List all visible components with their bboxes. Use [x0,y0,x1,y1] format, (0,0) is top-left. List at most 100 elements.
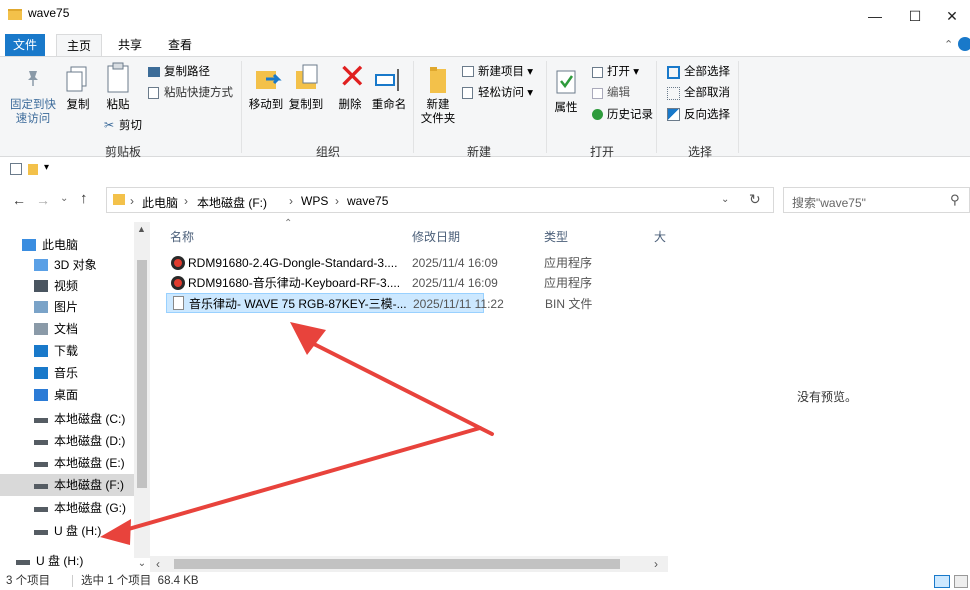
delete-button[interactable]: 删除 [336,98,364,112]
file-date: 2025/11/11 11:22 [413,297,504,311]
scroll-right-icon[interactable]: › [654,557,658,571]
nav-item[interactable]: 文档 [0,318,134,340]
breadcrumb-item[interactable]: 此电脑 [142,194,178,211]
nav-item[interactable]: 下载 [0,340,134,362]
copy-path-button[interactable]: 复制路径 [164,64,210,80]
nav-item-label: 文档 [54,322,79,336]
details-view-icon[interactable] [934,575,950,588]
help-icon[interactable] [958,37,970,51]
nav-item-label: 此电脑 [42,238,79,252]
nav-item[interactable]: 3D 对象 [0,254,134,276]
nav-item[interactable]: U 盘 (H:) [0,520,134,542]
breadcrumb-item[interactable]: 本地磁盘 (F:) [197,194,267,211]
file-row[interactable]: RDM91680-音乐律动-Keyboard-RF-3.... 2025/11/4… [166,273,668,293]
up-icon[interactable]: ↑ [80,190,88,207]
address-bar[interactable]: › 此电脑 › 本地磁盘 (F:) › WPS › wave75 ⌄ ↻ [106,187,774,213]
nav-scrollbar[interactable]: ▲ [134,222,150,558]
properties-small-icon[interactable] [10,163,22,175]
nav-item[interactable]: 此电脑 [0,234,134,256]
copy-to-button[interactable]: 复制到 [286,98,326,112]
history-icon [592,109,603,120]
new-item-button[interactable]: 新建项目 ▾ [478,64,533,80]
nav-item[interactable]: 音乐 [0,362,134,384]
history-button[interactable]: 历史记录 [607,107,653,123]
breadcrumb-item[interactable]: WPS [301,194,328,208]
breadcrumb-item[interactable]: wave75 [347,194,388,208]
collapse-ribbon-icon[interactable]: ⌃ [944,38,953,51]
column-header-name[interactable]: 名称 [170,228,194,245]
app-icon [171,276,185,290]
app-icon [171,256,185,270]
tab-file[interactable]: 文件 [5,34,45,56]
move-to-button[interactable]: 移动到 [246,98,286,112]
nav-item[interactable]: 图片 [0,296,134,318]
no-preview-text: 没有预览。 [797,390,858,404]
nav-item[interactable]: 本地磁盘 (C:) [0,408,134,430]
refresh-icon[interactable]: ↻ [749,191,761,208]
breadcrumb-separator: › [184,194,188,208]
back-icon[interactable]: ← [12,192,26,208]
edit-button[interactable]: 编辑 [607,85,630,101]
nav-item[interactable]: 本地磁盘 (D:) [0,430,134,452]
ribbon-separator [241,61,242,153]
recent-dropdown-icon[interactable]: ⌄ [60,193,68,204]
file-row[interactable]: RDM91680-2.4G-Dongle-Standard-3.... 2025/… [166,253,668,273]
nav-item[interactable]: U 盘 (H:) [0,550,134,572]
open-button[interactable]: 打开 ▾ [607,64,639,80]
paste-shortcut-button[interactable]: 粘贴快捷方式 [164,85,233,101]
nav-item-label: 桌面 [54,388,79,402]
new-folder-button[interactable]: 新建 文件夹 [418,98,458,126]
close-button[interactable]: ✕ [932,2,970,30]
easy-access-button[interactable]: 轻松访问 ▾ [478,85,533,101]
minimize-button[interactable]: — [855,2,895,30]
copy-button[interactable]: 复制 [62,98,94,112]
horizontal-scrollbar[interactable]: ‹ › [150,556,668,572]
column-header-date[interactable]: 修改日期 [412,228,460,245]
select-none-button[interactable]: 全部取消 [684,85,730,101]
scroll-thumb[interactable] [137,260,147,488]
maximize-button[interactable]: ☐ [895,2,935,30]
breadcrumb-separator: › [335,194,339,208]
nav-item[interactable]: 本地磁盘 (E:) [0,452,134,474]
copy-path-icon [148,67,160,77]
nav-item[interactable]: 本地磁盘 (G:) [0,497,134,519]
usb-drive-icon [16,560,30,565]
folder-small-icon[interactable] [28,164,38,175]
tab-share[interactable]: 共享 [108,34,152,56]
customize-toolbar-icon[interactable]: ▾ [44,162,49,173]
address-dropdown-icon[interactable]: ⌄ [721,194,729,205]
drive-icon [34,484,48,489]
pin-quick-access-button[interactable]: 固定到快 速访问 [10,98,56,126]
large-icons-view-icon[interactable] [954,575,968,588]
properties-icon [556,70,576,94]
properties-button[interactable]: 属性 [550,101,582,115]
scroll-thumb[interactable] [174,559,620,569]
search-box[interactable]: 搜索"wave75" ⚲ [783,187,970,213]
folder-icon [8,9,22,20]
select-all-button[interactable]: 全部选择 [684,64,730,80]
column-header-type[interactable]: 类型 [544,228,568,245]
cut-button[interactable]: 剪切 [119,118,142,134]
file-row[interactable]: 音乐律动- WAVE 75 RGB-87KEY-三模-... 2025/11/11… [166,293,592,313]
paste-button[interactable]: 粘贴 [102,98,134,112]
preview-pane: 没有预览。 [668,222,970,572]
tab-view[interactable]: 查看 [158,34,202,56]
search-icon[interactable]: ⚲ [950,192,960,208]
forward-icon[interactable]: → [36,192,50,208]
ribbon-tabs: 文件 主页 共享 查看 ⌃ [0,34,970,56]
scroll-down-icon[interactable]: ⌄ [134,558,150,569]
rename-button[interactable]: 重命名 [369,98,409,112]
tab-home[interactable]: 主页 [56,34,103,56]
nav-item[interactable]: 桌面 [0,384,134,406]
status-bar: 3 个项目 选中 1 个项目 68.4 KB [0,572,970,590]
invert-selection-button[interactable]: 反向选择 [684,107,730,123]
breadcrumb-separator: › [289,194,293,208]
nav-item[interactable]: 视频 [0,275,134,297]
ribbon-separator [413,61,414,153]
new-folder-icon [430,67,446,93]
column-header-size[interactable]: 大 [654,228,666,245]
scroll-left-icon[interactable]: ‹ [156,557,160,571]
scroll-up-icon[interactable]: ▲ [137,224,146,234]
nav-item[interactable]: 本地磁盘 (F:) [0,474,134,496]
ribbon-separator [656,61,657,153]
